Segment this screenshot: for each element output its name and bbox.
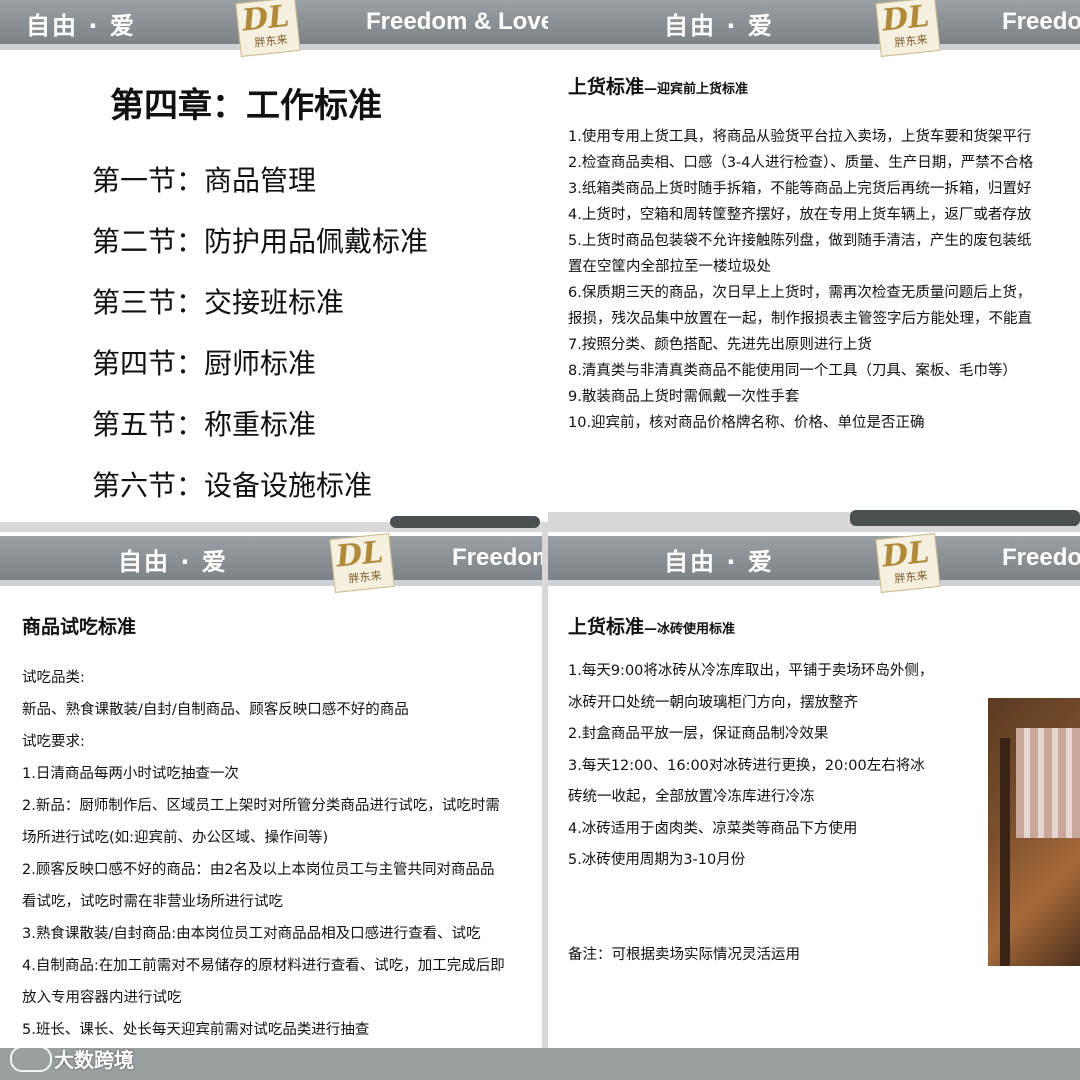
tasting-content: 试吃品类: 新品、熟食课散装/自封/自制商品、顾客反映口感不好的商品 试吃要求:… <box>22 662 542 1046</box>
header-left-text: 自由 · 爱 <box>664 548 774 576</box>
rule-line: 7.按照分类、颜色搭配、先进先出原则进行上货 <box>568 337 872 353</box>
header-right-text: Freedom & Love <box>366 8 548 35</box>
rule-line: 砖统一收起，全部放置冷冻库进行冷冻 <box>568 789 815 805</box>
rule-line: 5.上货时商品包装袋不允许接触陈列盘，做到随手清洁，产生的废包装纸 <box>568 233 1032 249</box>
watermark-text: 大数跨境 <box>54 1048 134 1072</box>
section-item: 第三节：交接班标准 <box>92 286 345 319</box>
tasting-title: 商品试吃标准 <box>22 616 137 638</box>
shelving-title: 上货标准—迎宾前上货标准 <box>568 72 748 99</box>
header-left-text: 自由 · 爱 <box>664 12 774 40</box>
photo-tray <box>1016 728 1080 838</box>
section-item: 第六节：设备设施标准 <box>92 469 373 502</box>
logo-text: 胖东来 <box>893 33 929 50</box>
rule-line: 9.散装商品上货时需佩戴一次性手套 <box>568 389 800 405</box>
brand-logo: DL 胖东来 <box>235 0 301 57</box>
logo-text: 胖东来 <box>347 569 383 586</box>
tasting-line: 5.班长、课长、处长每天迎宾前需对试吃品类进行抽查 <box>22 1022 370 1038</box>
section-list: 第一节：商品管理 第二节：防护用品佩戴标准 第三节：交接班标准 第四节：厨师标准… <box>92 158 428 522</box>
tasting-line: 4.自制商品:在加工前需对不易储存的原材料进行查看、试吃，加工完成后即 <box>22 958 505 974</box>
tasting-line: 2.顾客反映口感不好的商品：由2名及以上本岗位员工与主管共同对商品品 <box>22 862 495 878</box>
logo-text: 胖东来 <box>893 569 929 586</box>
header-right-text: Freedom & Love <box>1002 544 1080 571</box>
divider <box>390 516 540 528</box>
slide-header: 自由 · 爱 DL 胖东来 Freedom & Love <box>0 0 548 57</box>
rule-line: 8.清真类与非清真类商品不能使用同一个工具（刀具、案板、毛巾等） <box>568 363 1017 379</box>
tasting-line: 场所进行试吃(如:迎宾前、办公区域、操作间等) <box>22 830 329 846</box>
rule-line: 2.封盒商品平放一层，保证商品制冷效果 <box>568 726 829 742</box>
rule-line: 4.上货时，空箱和周转筐整齐摆好，放在专用上货车辆上，返厂或者存放 <box>568 207 1032 223</box>
slide-header: 自由 · 爱 DL 胖东来 Freedom & Love <box>0 533 542 593</box>
rule-line: 10.迎宾前，核对商品价格牌名称、价格、单位是否正确 <box>568 415 925 431</box>
slide-header: 自由 · 爱 DL 胖东来 Freedom & Love <box>548 533 1080 593</box>
chapter-slide: 自由 · 爱 DL 胖东来 Freedom & Love 第四章：工作标准 第一… <box>0 0 548 522</box>
rule-line: 冰砖开口处统一朝向玻璃柜门方向，摆放整齐 <box>568 694 858 711</box>
section-item: 第五节：称重标准 <box>92 408 317 441</box>
section-item: 第一节：商品管理 <box>92 164 317 197</box>
chapter-title: 第四章：工作标准 <box>110 86 382 126</box>
rule-line: 6.保质期三天的商品，次日早上上货时，需再次检查无质量问题后上货， <box>568 285 1032 301</box>
divider <box>850 510 1080 526</box>
slide-header: 自由 · 爱 DL 胖东来 Freedom & Love <box>548 0 1080 57</box>
icebrick-title: 上货标准—冰砖使用标准 <box>568 612 735 639</box>
brand-logo: DL 胖东来 <box>329 533 395 593</box>
shelving-rule-list: 1.使用专用上货工具，将商品从验货平台拉入卖场，上货车要和货架平行 2.检查商品… <box>568 124 1033 436</box>
tasting-line: 2.新品：厨师制作后、区域员工上架时对所管分类商品进行试吃，试吃时需 <box>22 798 500 814</box>
header-right-text: Freedom & Love <box>452 544 542 571</box>
rule-line: 1.每天9:00将冰砖从冷冻库取出，平铺于卖场环岛外侧， <box>568 663 934 679</box>
rule-line: 3.纸箱类商品上货时随手拆箱，不能等商品上完货后再统一拆箱，归置好 <box>568 181 1032 197</box>
rule-line: 报损，残次品集中放置在一起，制作报损表主管签字后方能处理，不能直 <box>568 311 1032 327</box>
bottom-strip <box>0 1048 1080 1080</box>
section-item: 第四节：厨师标准 <box>92 347 317 380</box>
section-item: 第二节：防护用品佩戴标准 <box>92 225 429 258</box>
store-photo <box>988 698 1080 966</box>
icebrick-title-main: 上货标准 <box>568 616 645 638</box>
icebrick-rule-list: 1.每天9:00将冰砖从冷冻库取出，平铺于卖场环岛外侧， 冰砖开口处统一朝向玻璃… <box>568 656 933 877</box>
watermark-icon <box>10 1046 52 1072</box>
brand-logo: DL 胖东来 <box>875 0 941 57</box>
tasting-line: 1.日清商品每两小时试吃抽查一次 <box>22 766 239 782</box>
icebrick-subtitle: —冰砖使用标准 <box>644 622 736 637</box>
tasting-line: 试吃要求: <box>22 734 85 750</box>
tasting-line: 试吃品类: <box>22 670 85 686</box>
shelving-title-main: 上货标准 <box>568 76 645 98</box>
header-right-text: Freedom & Love <box>1002 8 1080 35</box>
logo-text: 胖东来 <box>253 33 289 50</box>
brand-logo: DL 胖东来 <box>875 533 941 593</box>
tasting-line: 新品、熟食课散装/自封/自制商品、顾客反映口感不好的商品 <box>22 702 409 718</box>
rule-line: 2.检查商品卖相、口感（3-4人进行检查）、质量、生产日期，严禁不合格 <box>568 155 1034 171</box>
header-left-text: 自由 · 爱 <box>118 548 228 576</box>
icebrick-note: 备注：可根据卖场实际情况灵活运用 <box>568 947 800 963</box>
tasting-line: 放入专用容器内进行试吃 <box>22 990 182 1006</box>
header-left-text: 自由 · 爱 <box>26 12 136 40</box>
tasting-line: 3.熟食课散装/自封商品:由本岗位员工对商品品相及口感进行查看、试吃 <box>22 926 481 942</box>
rule-line: 1.使用专用上货工具，将商品从验货平台拉入卖场，上货车要和货架平行 <box>568 129 1032 145</box>
photo-rail <box>1000 738 1010 966</box>
rule-line: 5.冰砖使用周期为3-10月份 <box>568 852 746 868</box>
rule-line: 置在空筐内全部拉至一楼垃圾处 <box>568 259 771 275</box>
tasting-line: 看试吃，试吃时需在非营业场所进行试吃 <box>22 894 283 910</box>
rule-line: 3.每天12:00、16:00对冰砖进行更换，20:00左右将冰 <box>568 757 925 774</box>
rule-line: 4.冰砖适用于卤肉类、凉菜类等商品下方使用 <box>568 820 858 837</box>
shelving-subtitle: —迎宾前上货标准 <box>644 82 749 97</box>
shelving-slide: 自由 · 爱 DL 胖东来 Freedom & Love 上货标准—迎宾前上货标… <box>548 0 1080 512</box>
